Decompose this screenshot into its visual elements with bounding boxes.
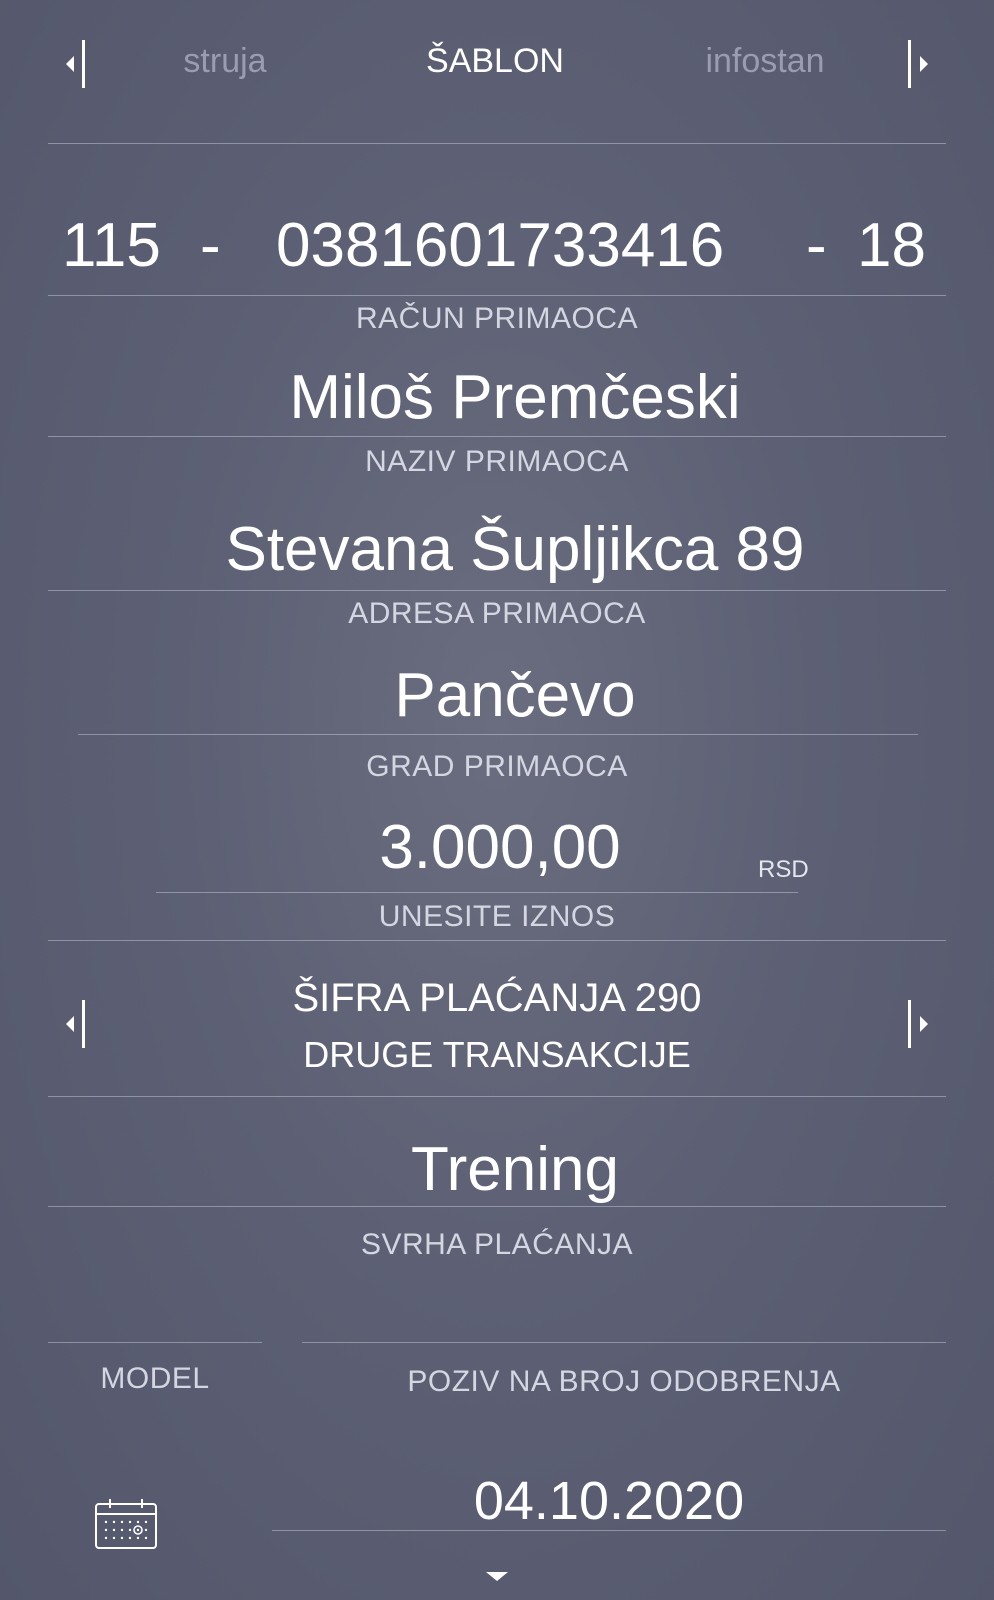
date-underline — [272, 1530, 946, 1531]
model-underline — [48, 1342, 262, 1343]
recipient-address-label: ADRESA PRIMAOCA — [348, 597, 646, 630]
amount-underline — [156, 892, 798, 893]
recipient-name-underline — [48, 436, 946, 437]
chevron-left-icon — [66, 40, 85, 88]
divider — [48, 143, 946, 144]
account-underline — [48, 295, 946, 296]
reference-number-underline — [302, 1342, 946, 1343]
reference-number-label: POZIV NA BROJ ODOBRENJA — [407, 1365, 841, 1398]
date-field[interactable]: 04.10.2020 — [272, 1470, 946, 1532]
account-separator: - — [806, 211, 827, 280]
amount-label: UNESITE IZNOS — [378, 900, 616, 933]
amount-field[interactable]: 3.000,00 — [300, 812, 700, 883]
account-label: RAČUN PRIMAOCA — [355, 302, 639, 335]
account-separator: - — [200, 211, 221, 280]
model-label: MODEL — [100, 1362, 210, 1395]
tab-next-button[interactable] — [904, 36, 944, 92]
tab-infostan[interactable]: infostan — [680, 42, 850, 81]
model-field[interactable] — [48, 1294, 262, 1340]
reference-number-field[interactable] — [302, 1294, 946, 1340]
expand-button[interactable] — [482, 1568, 512, 1586]
recipient-name-field[interactable]: Miloš Premčeski — [18, 362, 994, 433]
recipient-city-label: GRAD PRIMAOCA — [366, 750, 628, 783]
calendar-icon — [95, 1499, 157, 1549]
payment-code-description: DRUGE TRANSAKCIJE — [303, 1034, 691, 1075]
tab-prev-button[interactable] — [50, 36, 90, 92]
recipient-city-field[interactable]: Pančevo — [18, 660, 994, 731]
recipient-city-underline — [78, 734, 918, 735]
chevron-down-icon — [486, 1572, 508, 1581]
tab-sablon[interactable]: ŠABLON — [390, 42, 600, 81]
tab-struja[interactable]: struja — [140, 42, 310, 81]
recipient-address-field[interactable]: Stevana Šupljikca 89 — [18, 514, 994, 585]
divider — [48, 940, 946, 941]
chevron-right-icon — [908, 1000, 928, 1048]
purpose-field[interactable]: Trening — [18, 1134, 994, 1205]
divider — [48, 1096, 946, 1097]
calendar-button[interactable] — [94, 1498, 158, 1550]
recipient-address-underline — [48, 590, 946, 591]
purpose-underline — [48, 1206, 946, 1207]
purpose-label: SVRHA PLAĆANJA — [360, 1228, 634, 1261]
payment-code-title[interactable]: ŠIFRA PLAĆANJA 290 — [0, 976, 994, 1021]
payment-code-next-button[interactable] — [904, 996, 944, 1052]
recipient-name-label: NAZIV PRIMAOCA — [365, 445, 629, 478]
account-control-number: 18 — [857, 211, 926, 280]
account-number: 0381601733416 — [276, 211, 725, 280]
account-bank-code: 115 — [62, 211, 161, 280]
currency-label: RSD — [758, 856, 809, 883]
chevron-right-icon — [908, 40, 928, 88]
